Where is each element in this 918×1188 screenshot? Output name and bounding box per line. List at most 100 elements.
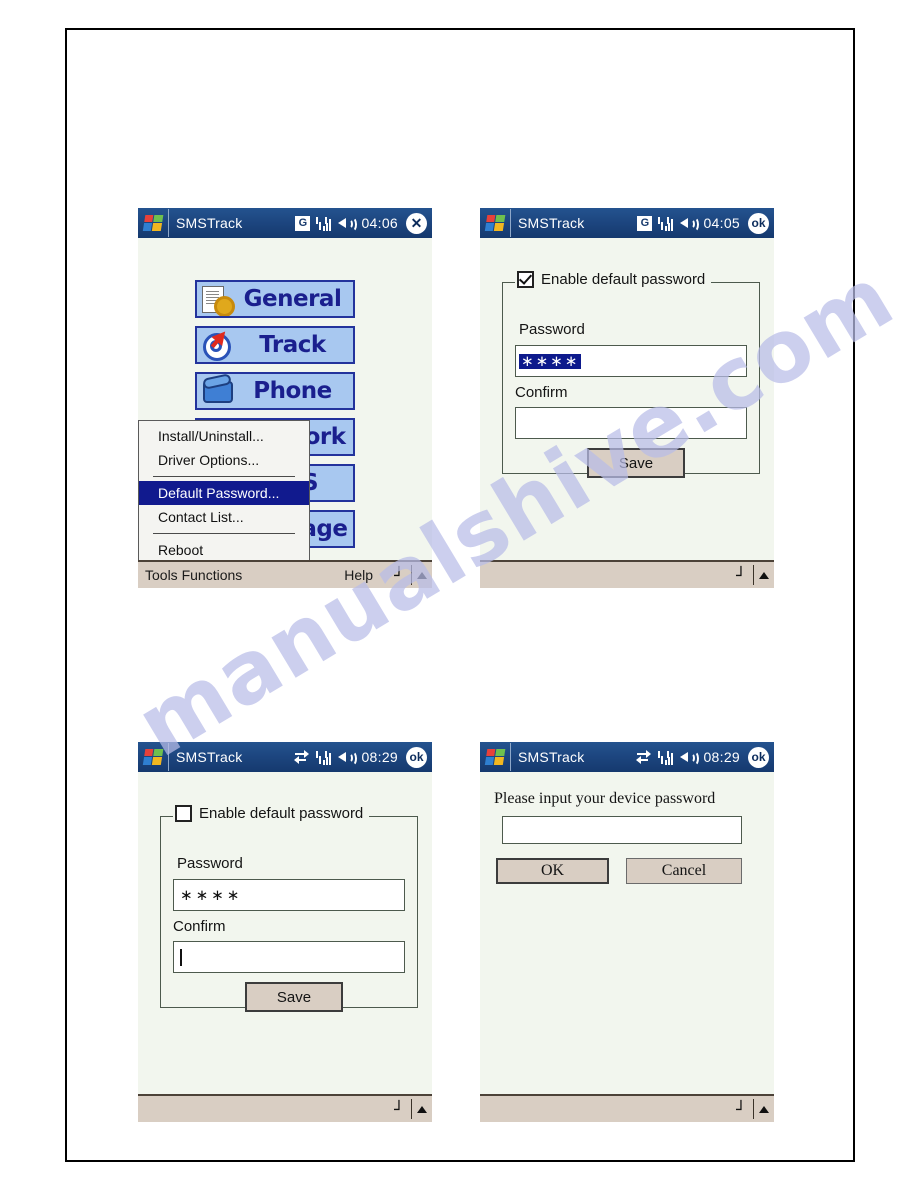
confirm-input[interactable] bbox=[515, 407, 747, 439]
chevron-up-icon[interactable] bbox=[754, 1098, 774, 1120]
confirm-label: Confirm bbox=[173, 918, 226, 935]
taskbar-tools-functions[interactable]: Tools Functions bbox=[138, 567, 242, 583]
signal-strength-icon[interactable] bbox=[658, 216, 674, 231]
enable-default-password-row[interactable]: Enable default password bbox=[173, 805, 370, 822]
titlebar: SMSTrack G 04:06 ✕ bbox=[138, 208, 432, 238]
app-title: SMSTrack bbox=[518, 215, 585, 231]
save-button[interactable]: Save bbox=[587, 448, 685, 478]
speaker-icon[interactable] bbox=[338, 216, 358, 232]
default-password-groupbox: Enable default password Password ∗∗∗∗ Co… bbox=[160, 805, 418, 1012]
chevron-up-icon[interactable] bbox=[412, 1098, 432, 1120]
enable-default-password-row[interactable]: Enable default password bbox=[515, 271, 712, 288]
close-icon[interactable]: ✕ bbox=[406, 212, 427, 234]
password-input[interactable]: ∗∗∗∗ bbox=[173, 879, 405, 911]
windows-flag-icon bbox=[484, 214, 506, 232]
password-input[interactable]: ∗∗∗∗ bbox=[515, 345, 747, 377]
device-screenshot-default-password-enabled: SMSTrack G 04:05 ok Enable default passw… bbox=[480, 208, 774, 588]
taskbar: ┘ bbox=[480, 1094, 774, 1122]
home-button-label: Phone bbox=[253, 378, 332, 404]
home-button-general[interactable]: General bbox=[195, 280, 355, 318]
home-button-label: General bbox=[243, 286, 342, 312]
clock[interactable]: 08:29 bbox=[361, 749, 398, 765]
ok-icon[interactable]: ok bbox=[748, 212, 769, 234]
client-area: Please input your device password OK Can… bbox=[480, 772, 774, 1094]
chevron-up-icon[interactable] bbox=[754, 564, 774, 586]
client-area: General Track Phone Network SOS bbox=[138, 238, 432, 560]
signal-strength-icon[interactable] bbox=[316, 750, 332, 765]
device-screenshot-home-menu: SMSTrack G 04:06 ✕ General Track Phone I… bbox=[138, 208, 432, 588]
gprs-g-icon[interactable]: G bbox=[295, 215, 311, 231]
start-button[interactable] bbox=[480, 743, 511, 771]
taskbar: Tools Functions Help ┘ bbox=[138, 560, 432, 588]
start-button[interactable] bbox=[138, 743, 169, 771]
enable-default-password-label: Enable default password bbox=[541, 271, 706, 288]
titlebar-status-icons: 08:29 ok bbox=[635, 746, 774, 768]
windows-flag-icon bbox=[142, 748, 164, 766]
input-panel-icon[interactable]: ┘ bbox=[389, 564, 409, 586]
confirm-input[interactable] bbox=[173, 941, 405, 973]
target-arrow-icon bbox=[200, 328, 236, 361]
enable-default-password-checkbox[interactable] bbox=[517, 271, 534, 288]
start-button[interactable] bbox=[480, 209, 511, 237]
titlebar-status-icons: G 04:06 ✕ bbox=[295, 212, 432, 234]
start-button[interactable] bbox=[138, 209, 169, 237]
titlebar: SMSTrack G 04:05 ok bbox=[480, 208, 774, 238]
device-password-input[interactable] bbox=[502, 816, 742, 844]
connectivity-icon[interactable] bbox=[635, 750, 652, 764]
password-value: ∗∗∗∗ bbox=[180, 886, 243, 904]
titlebar: SMSTrack 08:29 ok bbox=[138, 742, 432, 772]
confirm-label: Confirm bbox=[515, 384, 568, 401]
input-panel-icon[interactable]: ┘ bbox=[731, 1098, 751, 1120]
clock[interactable]: 08:29 bbox=[703, 749, 740, 765]
text-caret bbox=[180, 948, 182, 966]
gprs-g-icon[interactable]: G bbox=[637, 215, 653, 231]
menu-item-driver-options[interactable]: Driver Options... bbox=[139, 448, 309, 472]
app-title: SMSTrack bbox=[176, 749, 243, 765]
clock[interactable]: 04:06 bbox=[361, 215, 398, 231]
titlebar-status-icons: 08:29 ok bbox=[293, 746, 432, 768]
signal-strength-icon[interactable] bbox=[316, 216, 332, 231]
speaker-icon[interactable] bbox=[680, 216, 700, 232]
clock[interactable]: 04:05 bbox=[703, 215, 740, 231]
document-gear-icon bbox=[200, 284, 236, 316]
home-button-track[interactable]: Track bbox=[195, 326, 355, 364]
app-title: SMSTrack bbox=[518, 749, 585, 765]
home-button-label: Track bbox=[259, 332, 326, 358]
menu-item-default-password[interactable]: Default Password... bbox=[139, 481, 309, 505]
taskbar-help[interactable]: Help bbox=[344, 567, 389, 583]
default-password-groupbox: Enable default password Password ∗∗∗∗ Co… bbox=[502, 271, 760, 478]
input-panel-icon[interactable]: ┘ bbox=[731, 564, 751, 586]
client-area: Enable default password Password ∗∗∗∗ Co… bbox=[480, 238, 774, 560]
taskbar: ┘ bbox=[480, 560, 774, 588]
taskbar: ┘ bbox=[138, 1094, 432, 1122]
menu-item-contact-list[interactable]: Contact List... bbox=[139, 505, 309, 529]
ok-icon[interactable]: ok bbox=[406, 746, 427, 768]
signal-strength-icon[interactable] bbox=[658, 750, 674, 765]
ok-icon[interactable]: ok bbox=[748, 746, 769, 768]
app-title: SMSTrack bbox=[176, 215, 243, 231]
input-panel-icon[interactable]: ┘ bbox=[389, 1098, 409, 1120]
password-prompt-label: Please input your device password bbox=[494, 790, 716, 807]
connectivity-icon[interactable] bbox=[293, 750, 310, 764]
titlebar-status-icons: G 04:05 ok bbox=[637, 212, 774, 234]
menu-item-install-uninstall[interactable]: Install/Uninstall... bbox=[139, 424, 309, 448]
chevron-up-icon[interactable] bbox=[412, 564, 432, 586]
speaker-icon[interactable] bbox=[338, 750, 358, 766]
password-value: ∗∗∗∗ bbox=[519, 351, 582, 370]
speaker-icon[interactable] bbox=[680, 750, 700, 766]
enable-default-password-label: Enable default password bbox=[199, 805, 364, 822]
enable-default-password-checkbox[interactable] bbox=[175, 805, 192, 822]
cancel-button[interactable]: Cancel bbox=[626, 858, 742, 884]
tools-functions-menu: Install/Uninstall... Driver Options... D… bbox=[138, 420, 310, 560]
titlebar: SMSTrack 08:29 ok bbox=[480, 742, 774, 772]
menu-item-reboot[interactable]: Reboot bbox=[139, 538, 309, 560]
device-screenshot-default-password-disabled: SMSTrack 08:29 ok Enable default passwor… bbox=[138, 742, 432, 1122]
windows-flag-icon bbox=[484, 748, 506, 766]
save-button[interactable]: Save bbox=[245, 982, 343, 1012]
telephone-icon bbox=[200, 376, 236, 406]
ok-button[interactable]: OK bbox=[496, 858, 609, 884]
home-button-phone[interactable]: Phone bbox=[195, 372, 355, 410]
menu-separator bbox=[153, 533, 295, 534]
menu-separator bbox=[153, 476, 295, 477]
password-label: Password bbox=[519, 321, 585, 338]
